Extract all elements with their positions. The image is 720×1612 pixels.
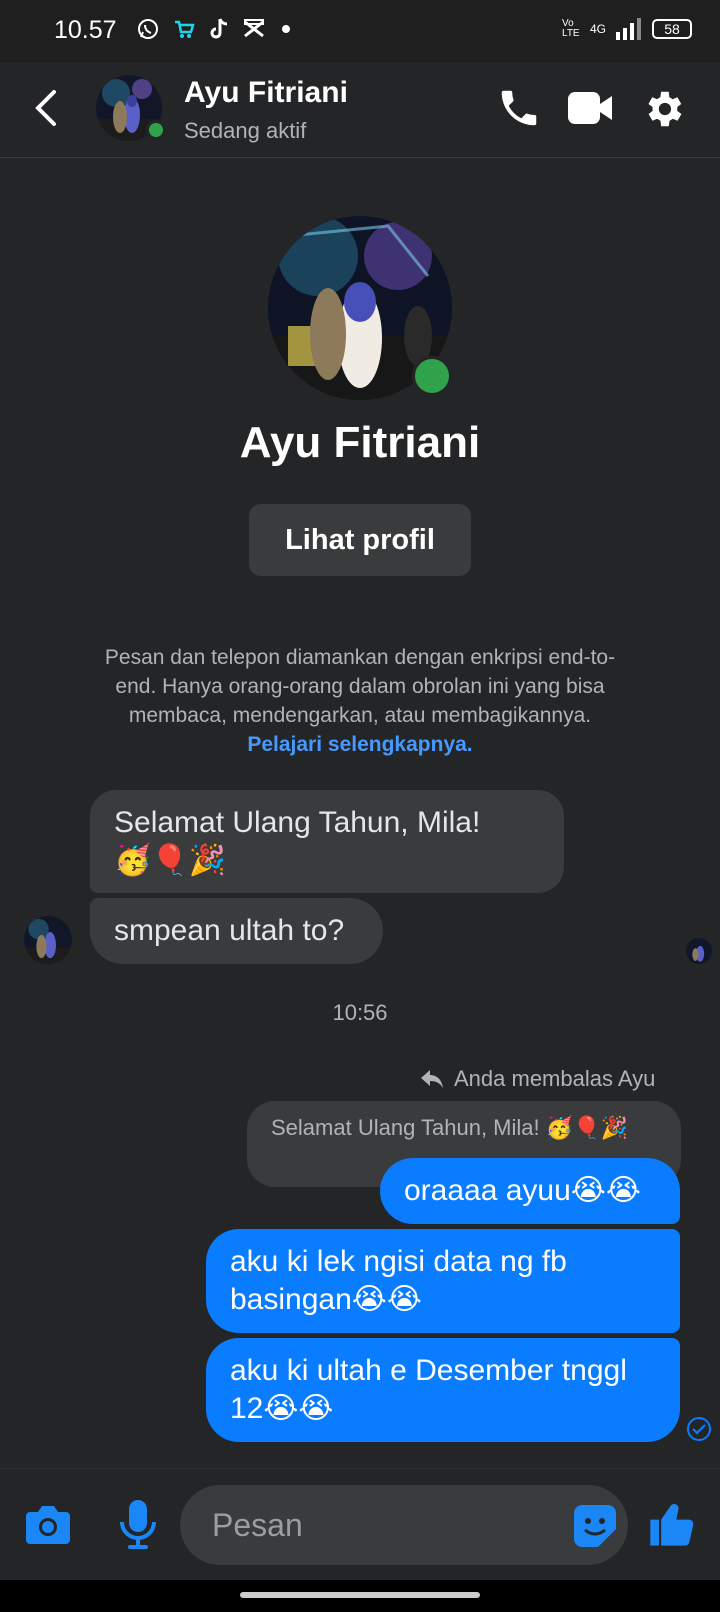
- message-line-1: aku ki lek ngisi data ng fb: [230, 1245, 567, 1278]
- home-indicator[interactable]: [240, 1592, 480, 1598]
- header-active-status: Sedang aktif: [184, 118, 307, 143]
- tiktok-icon: [210, 18, 228, 39]
- sent-check-icon: [687, 1417, 711, 1441]
- back-arrow-icon[interactable]: [30, 88, 60, 128]
- reply-note-text: Anda membalas Ayu: [454, 1066, 656, 1091]
- message-line-1: aku ki ultah e Desember tnggl: [230, 1354, 627, 1387]
- incoming-message-1[interactable]: Selamat Ulang Tahun, Mila! 🥳🎈🎉: [90, 790, 564, 893]
- encryption-notice: Pesan dan telepon diamankan dengan enkri…: [100, 643, 620, 759]
- signal-icon: [616, 18, 642, 40]
- status-right: Vo LTE 4G 58: [562, 18, 693, 40]
- camera-icon[interactable]: [24, 1504, 72, 1546]
- message-line-2: basingan😭😭: [230, 1283, 422, 1316]
- incoming-message-2[interactable]: smpean ultah to?: [90, 898, 383, 964]
- phone-icon[interactable]: [496, 84, 542, 132]
- message-emoji: 🥳🎈🎉: [114, 843, 227, 878]
- read-receipt-photo: [686, 938, 712, 964]
- outgoing-message-2[interactable]: aku ki lek ngisi data ng fb basingan😭😭: [206, 1229, 680, 1333]
- network-label: 4G: [590, 22, 607, 36]
- notification-icons: [136, 17, 294, 41]
- message-text: smpean ultah to?: [114, 914, 345, 947]
- active-status-dot: [146, 120, 166, 140]
- thumbs-up-icon[interactable]: [646, 1498, 698, 1550]
- profile-active-dot: [412, 356, 452, 396]
- microphone-icon[interactable]: [118, 1498, 158, 1552]
- dot-icon: [282, 25, 290, 33]
- whatsapp-icon: [138, 19, 158, 39]
- view-profile-button[interactable]: Lihat profil: [249, 504, 471, 576]
- outgoing-message-1[interactable]: oraaaa ayuu😭😭: [380, 1158, 680, 1224]
- capcut-icon: [244, 19, 264, 38]
- status-time: 10.57: [54, 16, 117, 44]
- message-text: Selamat Ulang Tahun, Mila!: [114, 806, 481, 839]
- shop-icon: [175, 20, 195, 38]
- battery-level: 58: [664, 21, 680, 37]
- sender-photo: [24, 916, 72, 964]
- volte-indicator: Vo LTE: [562, 18, 580, 39]
- sender-avatar[interactable]: [24, 916, 72, 964]
- message-text: oraaaa ayuu😭😭: [404, 1174, 641, 1207]
- read-receipt-avatar: [686, 938, 712, 964]
- battery-indicator: 58: [652, 19, 693, 39]
- chat-header: Ayu Fitriani Sedang aktif: [0, 62, 720, 158]
- message-line-2: 12😭😭: [230, 1392, 334, 1425]
- outgoing-message-3[interactable]: aku ki ultah e Desember tnggl 12😭😭: [206, 1338, 680, 1442]
- sticker-icon[interactable]: [572, 1503, 618, 1549]
- video-call-icon[interactable]: [566, 86, 614, 130]
- learn-more-link[interactable]: Pelajari selengkapnya.: [247, 733, 472, 756]
- header-contact-name[interactable]: Ayu Fitriani: [184, 76, 348, 110]
- status-bar: 10.57 Vo LTE 4G 58: [0, 0, 720, 62]
- reply-note: Anda membalas Ayu: [420, 1066, 655, 1092]
- encryption-text: Pesan dan telepon diamankan dengan enkri…: [104, 646, 616, 727]
- time-separator: 10:56: [332, 1000, 388, 1025]
- message-placeholder: Pesan: [212, 1507, 303, 1543]
- profile-name: Ayu Fitriani: [239, 418, 481, 467]
- reply-arrow-icon: [421, 1070, 443, 1088]
- settings-gear-icon[interactable]: [640, 86, 686, 132]
